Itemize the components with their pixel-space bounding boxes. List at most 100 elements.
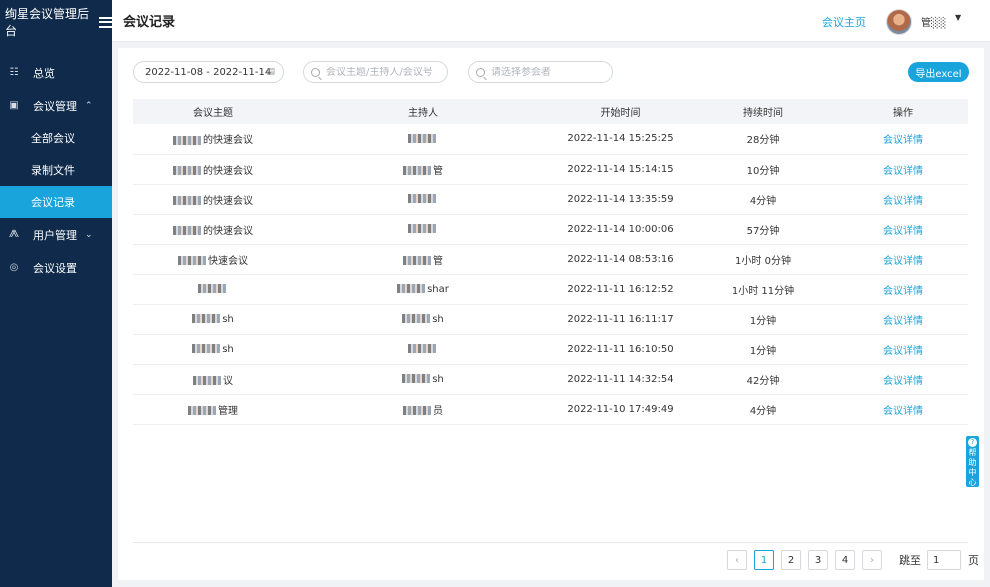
help-icon: ? [968, 438, 977, 447]
table-row: 管理 员 2022-11-10 17:49:49 4分钟 会议详情 [133, 394, 968, 424]
cell-host: 管 [293, 244, 553, 274]
cell-host: sh [293, 364, 553, 394]
sidebar-item-label: 录制文件 [31, 164, 75, 177]
brand-title: 绚星会议管理后台 [5, 7, 90, 38]
sidebar-item-user-management[interactable]: ⨇ 用户管理 ⌄ [0, 218, 112, 251]
meeting-details-link[interactable]: 会议详情 [838, 334, 968, 364]
page-title: 会议记录 [123, 15, 176, 30]
meeting-home-link[interactable]: 会议主页 [822, 14, 866, 30]
jump-label: 跳至 [899, 554, 921, 567]
redacted-text [173, 196, 201, 205]
jump-page-input[interactable]: 1 [927, 550, 961, 570]
cell-topic: sh [133, 334, 293, 364]
cell-start-time-text: 2022-11-11 16:10:50 [567, 343, 674, 355]
sidebar-item-all-meetings[interactable]: 全部会议 [0, 122, 112, 154]
cell-start-time-text: 2022-11-14 15:25:25 [567, 133, 674, 145]
top-header: 会议记录 会议主页 管░░ ▼ [112, 0, 990, 42]
meeting-records-table: 会议主题 主持人 开始时间 持续时间 操作 的快速会议 2022-11-14 15… [133, 99, 968, 425]
cell-start-time: 2022-11-14 15:25:25 [553, 124, 688, 154]
redacted-text [408, 344, 436, 353]
cell-duration: 1分钟 [688, 334, 838, 364]
column-header-start-time: 开始时间 [600, 108, 641, 119]
page-button[interactable]: 2 [781, 550, 801, 570]
cell-topic: 议 [133, 364, 293, 394]
sidebar-item-label: 用户管理 [33, 228, 77, 242]
participant-select-box[interactable] [468, 61, 613, 83]
cell-start-time: 2022-11-14 10:00:06 [553, 214, 688, 244]
cell-start-time-text: 2022-11-14 10:00:06 [567, 223, 674, 235]
cell-duration-text: 28分钟 [746, 135, 780, 147]
cell-duration: 28分钟 [688, 124, 838, 154]
caret-down-icon[interactable]: ▼ [955, 13, 961, 22]
cell-topic: 的快速会议 [133, 154, 293, 184]
sidebar-item-label: 全部会议 [31, 132, 75, 145]
cell-host-text: 管 [433, 165, 443, 177]
cell-duration-text: 42分钟 [746, 375, 780, 387]
meeting-search-input[interactable] [326, 66, 436, 78]
meeting-details-link[interactable]: 会议详情 [838, 364, 968, 394]
page-button[interactable]: 4 [835, 550, 855, 570]
brand: 绚星会议管理后台 [0, 0, 112, 44]
page-button[interactable]: 1 [754, 550, 774, 570]
cell-duration-text: 1小时 11分钟 [731, 285, 795, 297]
redacted-text [192, 314, 221, 323]
redacted-text [403, 256, 431, 265]
help-center-tab[interactable]: ? 帮 助 中 心 [966, 436, 979, 487]
menu-toggle-icon[interactable] [99, 16, 112, 28]
date-range-picker[interactable]: 2022-11-08 - 2022-11-14 ▤ [133, 61, 284, 83]
redacted-text [178, 256, 206, 265]
meeting-details-link-text: 会议详情 [883, 255, 923, 267]
sidebar-nav: ☷ 总览 ▣ 会议管理 ⌃ 全部会议 录制文件 会议记录 ⨇ 用户管理 ⌄ ◎ … [0, 56, 112, 284]
cell-start-time-text: 2022-11-10 17:49:49 [567, 403, 674, 415]
cell-host: sh [293, 304, 553, 334]
sidebar-item-meeting-records[interactable]: 会议记录 [0, 186, 112, 218]
meeting-details-link[interactable]: 会议详情 [838, 154, 968, 184]
redacted-text [402, 314, 431, 323]
sidebar-item-recordings[interactable]: 录制文件 [0, 154, 112, 186]
prev-page-button[interactable]: ‹ [727, 550, 747, 570]
table-body: 的快速会议 2022-11-14 15:25:25 28分钟 会议详情 的快速会议管 20… [133, 124, 968, 424]
meeting-details-link[interactable]: 会议详情 [838, 124, 968, 154]
username[interactable]: 管░░ [921, 14, 946, 29]
cell-start-time-text: 2022-11-14 13:35:59 [567, 193, 674, 205]
meeting-details-link[interactable]: 会议详情 [838, 304, 968, 334]
table-row: 议 sh 2022-11-11 14:32:54 42分钟 会议详情 [133, 364, 968, 394]
cell-topic-text: 的快速会议 [203, 225, 253, 237]
meeting-search-box[interactable] [303, 61, 448, 83]
next-page-button[interactable]: › [862, 550, 882, 570]
participant-select-input[interactable] [491, 66, 601, 78]
redacted-text [402, 374, 431, 383]
cell-topic-text: 管理 [218, 405, 238, 417]
table-row: 的快速会议 管 2022-11-14 15:14:15 10分钟 会议详情 [133, 154, 968, 184]
cell-host-text: 员 [433, 405, 443, 417]
meeting-details-link[interactable]: 会议详情 [838, 394, 968, 424]
sidebar-item-meeting-settings[interactable]: ◎ 会议设置 [0, 251, 112, 284]
cell-duration: 1分钟 [688, 304, 838, 334]
page-suffix: 页 [968, 554, 979, 567]
search-icon [311, 67, 320, 77]
chevron-up-icon: ⌃ [85, 100, 93, 111]
table-row: 的快速会议 2022-11-14 15:25:25 28分钟 会议详情 [133, 124, 968, 154]
page-button[interactable]: 3 [808, 550, 828, 570]
avatar[interactable] [886, 9, 912, 35]
export-excel-button[interactable]: 导出excel [908, 62, 969, 82]
meeting-details-link-text: 会议详情 [883, 345, 923, 357]
main-panel: 2022-11-08 - 2022-11-14 ▤ 导出excel 会议主题 主… [118, 48, 984, 580]
cell-host [293, 334, 553, 364]
cell-topic: 管理 [133, 394, 293, 424]
help-char: 帮 [968, 448, 977, 457]
sidebar-item-meeting-management[interactable]: ▣ 会议管理 ⌃ [0, 89, 112, 122]
meeting-details-link[interactable]: 会议详情 [838, 274, 968, 304]
cell-host-text: 管 [433, 255, 443, 267]
cell-duration: 4分钟 [688, 394, 838, 424]
meeting-details-link[interactable]: 会议详情 [838, 214, 968, 244]
cell-topic: 的快速会议 [133, 184, 293, 214]
sidebar-item-label: 会议设置 [33, 261, 77, 275]
meeting-details-link[interactable]: 会议详情 [838, 184, 968, 214]
cell-start-time: 2022-11-11 16:11:17 [553, 304, 688, 334]
cell-duration: 57分钟 [688, 214, 838, 244]
sidebar-item-overview[interactable]: ☷ 总览 [0, 56, 112, 89]
meeting-details-link-text: 会议详情 [883, 285, 923, 297]
cell-topic: 的快速会议 [133, 214, 293, 244]
meeting-details-link[interactable]: 会议详情 [838, 244, 968, 274]
